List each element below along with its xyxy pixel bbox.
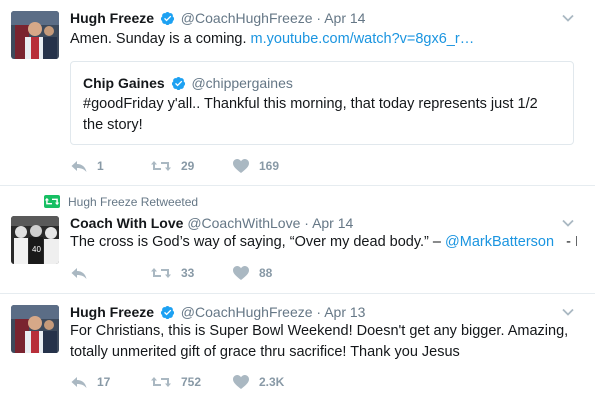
like-button[interactable]: 169 [232, 158, 312, 174]
avatar-image: 40 [11, 216, 59, 264]
verified-badge-icon [160, 11, 175, 26]
author-name[interactable]: Hugh Freeze [70, 304, 154, 320]
retweet-count: 29 [181, 159, 195, 173]
tweet-date[interactable]: Apr 14 [324, 10, 365, 26]
tweet-header: Hugh Freeze @CoachHughFreeze · Apr 14 [70, 8, 365, 28]
retweet-count: 752 [181, 375, 202, 389]
tweet[interactable]: Hugh Freeze Retweeted 40 Coach With Love… [0, 186, 595, 294]
tweet-header: Coach With Love @CoachWithLove · Apr 14 [70, 213, 353, 233]
retweet-count: 33 [181, 266, 195, 280]
reply-button[interactable]: 1 [70, 158, 150, 174]
avatar-image [11, 305, 59, 353]
chevron-down-icon[interactable] [561, 305, 575, 319]
tweet-text: For Christians, this is Super Bowl Weeke… [70, 323, 569, 360]
quoted-tweet[interactable]: Chip Gaines @chippergaines #goodFriday y… [70, 61, 574, 145]
reply-button[interactable]: 17 [70, 374, 150, 390]
like-count: 2.3K [259, 375, 285, 389]
mention-link[interactable]: @MarkBatterson [445, 234, 554, 250]
separator-dot: · [316, 304, 322, 320]
avatar-image [11, 11, 59, 59]
like-count: 169 [259, 159, 280, 173]
tweet-header: Hugh Freeze @CoachHughFreeze · Apr 13 [70, 302, 365, 322]
reply-count: 1 [97, 159, 104, 173]
heart-icon [232, 265, 250, 281]
author-name[interactable]: Coach With Love [70, 215, 183, 231]
tweet-text-body: The cross is God’s way of saying, “Over … [70, 234, 446, 250]
tweet-date[interactable]: Apr 13 [324, 304, 365, 320]
like-button[interactable]: 88 [232, 265, 312, 281]
tweet-text-body: Amen. Sunday is a coming. [70, 31, 251, 47]
chevron-down-icon[interactable] [561, 216, 575, 230]
heart-icon [232, 158, 250, 174]
tweet[interactable]: Hugh Freeze @CoachHughFreeze · Apr 13 Fo… [0, 294, 595, 408]
like-count: 88 [259, 266, 273, 280]
avatar[interactable]: 40 [11, 216, 59, 264]
verified-badge-icon [171, 76, 186, 91]
tweet-link[interactable]: m.youtube.com/watch?v=8gx6_r… [251, 31, 475, 47]
tweet-actions: 1 29 169 [70, 157, 312, 175]
reply-icon [70, 158, 88, 174]
retweet-button[interactable]: 33 [150, 265, 232, 281]
reply-button[interactable] [70, 265, 150, 281]
reply-count: 17 [97, 375, 111, 389]
retweet-button[interactable]: 752 [150, 374, 232, 390]
avatar[interactable] [11, 11, 59, 59]
timeline: Hugh Freeze @CoachHughFreeze · Apr 14 Am… [0, 0, 595, 408]
author-handle[interactable]: @CoachHughFreeze [181, 10, 313, 26]
avatar[interactable] [11, 305, 59, 353]
retweet-context-label[interactable]: Hugh Freeze Retweeted [68, 195, 198, 209]
retweet-context-icon [44, 195, 60, 208]
tweet-actions: 33 88 [70, 264, 312, 282]
tweet-actions: 17 752 2.3K [70, 373, 312, 391]
quoted-author-handle: @chippergaines [191, 75, 293, 91]
separator-dot: · [304, 215, 309, 231]
author-name[interactable]: Hugh Freeze [70, 10, 154, 26]
tweet-text: The cross is God’s way of saying, “Over … [70, 232, 577, 253]
quoted-tweet-text: #goodFriday y'all.. Thankful this mornin… [83, 96, 538, 133]
like-button[interactable]: 2.3K [232, 374, 312, 390]
tweet-text-tail: - If [566, 234, 577, 250]
tweet-text: Amen. Sunday is a coming. m.youtube.com/… [70, 29, 577, 50]
author-handle[interactable]: @CoachHughFreeze [181, 304, 313, 320]
reply-icon [70, 374, 88, 390]
retweet-icon [150, 374, 172, 390]
reply-icon [70, 265, 88, 281]
retweet-context: Hugh Freeze Retweeted [44, 194, 198, 210]
retweet-icon [150, 158, 172, 174]
quoted-author-name: Chip Gaines [83, 75, 165, 91]
author-handle[interactable]: @CoachWithLove [187, 215, 300, 231]
retweet-icon [150, 265, 172, 281]
chevron-down-icon[interactable] [561, 11, 575, 25]
tweet-date[interactable]: Apr 14 [312, 215, 353, 231]
verified-badge-icon [160, 305, 175, 320]
quoted-tweet-header: Chip Gaines @chippergaines [83, 73, 293, 93]
separator-dot: · [316, 10, 322, 26]
tweet[interactable]: Hugh Freeze @CoachHughFreeze · Apr 14 Am… [0, 0, 595, 186]
retweet-button[interactable]: 29 [150, 158, 232, 174]
svg-text:40: 40 [32, 245, 41, 254]
heart-icon [232, 374, 250, 390]
